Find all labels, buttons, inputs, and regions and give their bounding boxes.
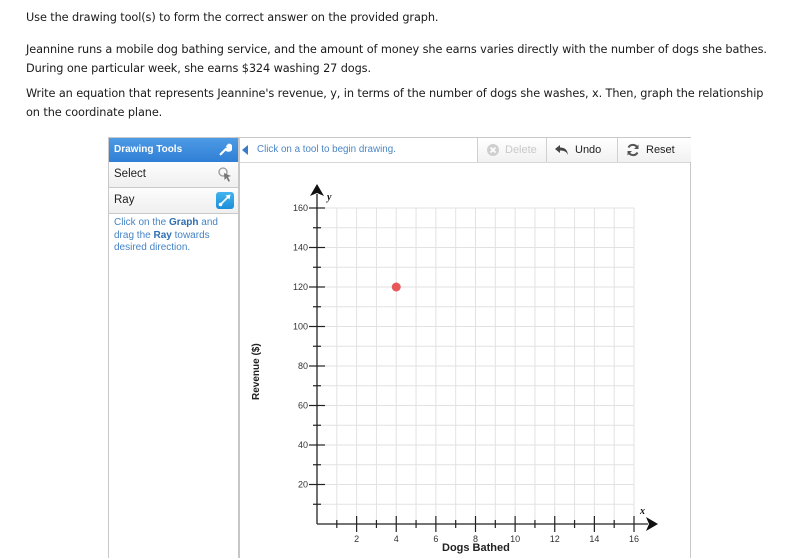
x-tick-label: 10 bbox=[510, 534, 520, 544]
x-tick-label: 16 bbox=[629, 534, 639, 544]
y-tick-label: 160 bbox=[293, 203, 308, 213]
instruction-text: Use the drawing tool(s) to form the corr… bbox=[26, 11, 439, 24]
plotted-point[interactable] bbox=[391, 282, 401, 292]
graphing-widget: Drawing Tools Select Ray Click on the Gr… bbox=[108, 137, 691, 558]
x-tick-label: 14 bbox=[589, 534, 599, 544]
x-tick-label: 12 bbox=[550, 534, 560, 544]
problem-text: Jeannine runs a mobile dog bathing servi… bbox=[26, 43, 767, 75]
y-tick-label: 80 bbox=[298, 361, 308, 371]
x-axis-name: x bbox=[639, 506, 645, 517]
y-tick-label: 140 bbox=[293, 243, 308, 253]
y-axis-label: Revenue ($) bbox=[251, 343, 262, 400]
y-tick-label: 100 bbox=[293, 322, 308, 332]
y-tick-label: 120 bbox=[293, 282, 308, 292]
y-axis-name: y bbox=[326, 192, 332, 203]
coordinate-plane[interactable]: yx204060801001201401602 4 6 8 10 12 14 16 bbox=[109, 138, 690, 558]
y-tick-label: 20 bbox=[298, 480, 308, 490]
question-text: Write an equation that represents Jeanni… bbox=[26, 87, 764, 119]
x-tick-label: 2 bbox=[354, 534, 359, 544]
x-tick-label: 6 bbox=[433, 534, 438, 544]
y-tick-label: 40 bbox=[298, 440, 308, 450]
y-tick-label: 60 bbox=[298, 401, 308, 411]
x-tick-label: 4 bbox=[394, 534, 399, 544]
x-axis-label: Dogs Bathed bbox=[442, 542, 510, 554]
